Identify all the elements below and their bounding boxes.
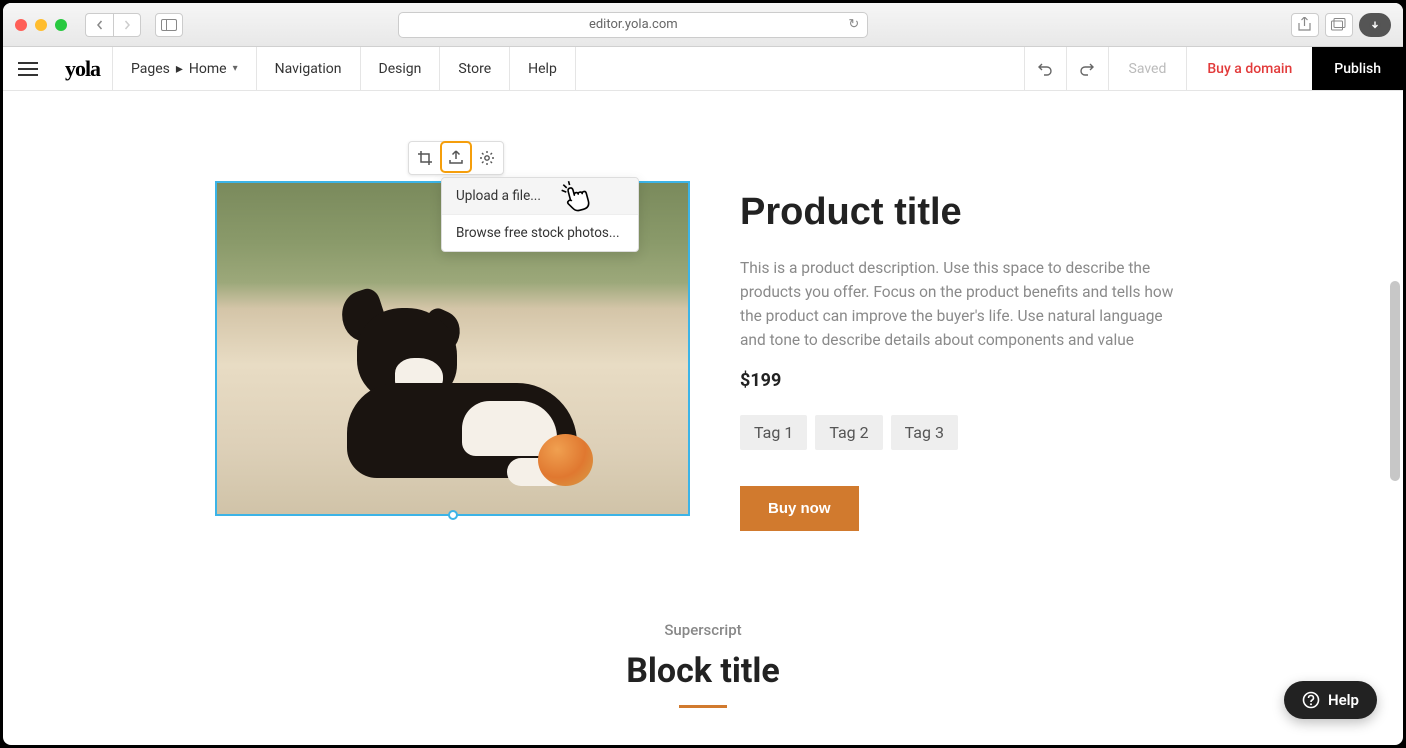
breadcrumb-caret-icon: ▸ [176, 61, 183, 77]
pages-menu[interactable]: Pages ▸ Home ▾ [113, 47, 257, 90]
url-text: editor.yola.com [589, 17, 678, 32]
yola-logo[interactable]: yola [53, 47, 113, 90]
tag-item[interactable]: Tag 2 [815, 415, 882, 450]
share-icon[interactable] [1291, 13, 1319, 37]
upload-dropdown: Upload a file... Browse free stock photo… [441, 177, 639, 252]
image-toolbar [408, 141, 504, 175]
product-title[interactable]: Product title [740, 191, 1180, 234]
close-window-icon[interactable] [15, 19, 27, 31]
window-controls [15, 19, 67, 31]
current-page-label: Home [189, 61, 227, 77]
placeholder-image-ball [538, 434, 593, 486]
address-bar[interactable]: editor.yola.com ↻ [398, 12, 868, 38]
hamburger-menu-icon[interactable] [3, 47, 53, 90]
crop-button[interactable] [409, 142, 441, 174]
upload-button[interactable] [440, 141, 472, 173]
store-menu[interactable]: Store [440, 47, 510, 90]
product-tags: Tag 1 Tag 2 Tag 3 [740, 415, 1180, 450]
product-block: Product title This is a product descript… [3, 91, 1403, 531]
design-menu[interactable]: Design [361, 47, 441, 90]
product-price[interactable]: $199 [740, 370, 1180, 391]
maximize-window-icon[interactable] [55, 19, 67, 31]
buy-domain-button[interactable]: Buy a domain [1186, 47, 1312, 90]
navigation-menu[interactable]: Navigation [257, 47, 361, 90]
undo-button[interactable] [1024, 47, 1066, 90]
product-content: Product title This is a product descript… [740, 181, 1180, 531]
help-icon [1302, 691, 1320, 709]
pages-label: Pages [131, 61, 170, 77]
upload-file-option[interactable]: Upload a file... [442, 178, 638, 214]
product-description[interactable]: This is a product description. Use this … [740, 256, 1180, 352]
browser-titlebar: editor.yola.com ↻ [3, 3, 1403, 47]
forward-button[interactable] [113, 13, 141, 37]
block-underline [679, 705, 727, 708]
downloads-icon[interactable] [1359, 13, 1391, 37]
minimize-window-icon[interactable] [35, 19, 47, 31]
tag-item[interactable]: Tag 1 [740, 415, 807, 450]
scrollbar-thumb[interactable] [1390, 281, 1400, 481]
editor-canvas: Product title This is a product descript… [3, 91, 1403, 745]
resize-handle-bottom[interactable] [448, 510, 458, 520]
browse-stock-option[interactable]: Browse free stock photos... [442, 214, 638, 251]
save-status: Saved [1108, 47, 1187, 90]
block-superscript[interactable]: Superscript [3, 621, 1403, 639]
buy-now-button[interactable]: Buy now [740, 486, 859, 531]
publish-button[interactable]: Publish [1312, 47, 1403, 90]
reload-icon[interactable]: ↻ [848, 17, 859, 32]
tabs-icon[interactable] [1325, 13, 1353, 37]
chevron-down-icon: ▾ [233, 63, 238, 74]
settings-button[interactable] [471, 142, 503, 174]
help-widget[interactable]: Help [1284, 681, 1377, 719]
back-button[interactable] [85, 13, 113, 37]
help-label: Help [1328, 691, 1359, 709]
tag-item[interactable]: Tag 3 [891, 415, 958, 450]
block-title[interactable]: Block title [3, 651, 1403, 691]
app-toolbar: yola Pages ▸ Home ▾ Navigation Design St… [3, 47, 1403, 91]
block-section: Superscript Block title [3, 531, 1403, 708]
redo-button[interactable] [1066, 47, 1108, 90]
help-menu[interactable]: Help [510, 47, 576, 90]
browser-window: editor.yola.com ↻ yola Pages ▸ Home ▾ Na… [3, 3, 1403, 745]
sidebar-toggle-icon[interactable] [155, 13, 183, 37]
